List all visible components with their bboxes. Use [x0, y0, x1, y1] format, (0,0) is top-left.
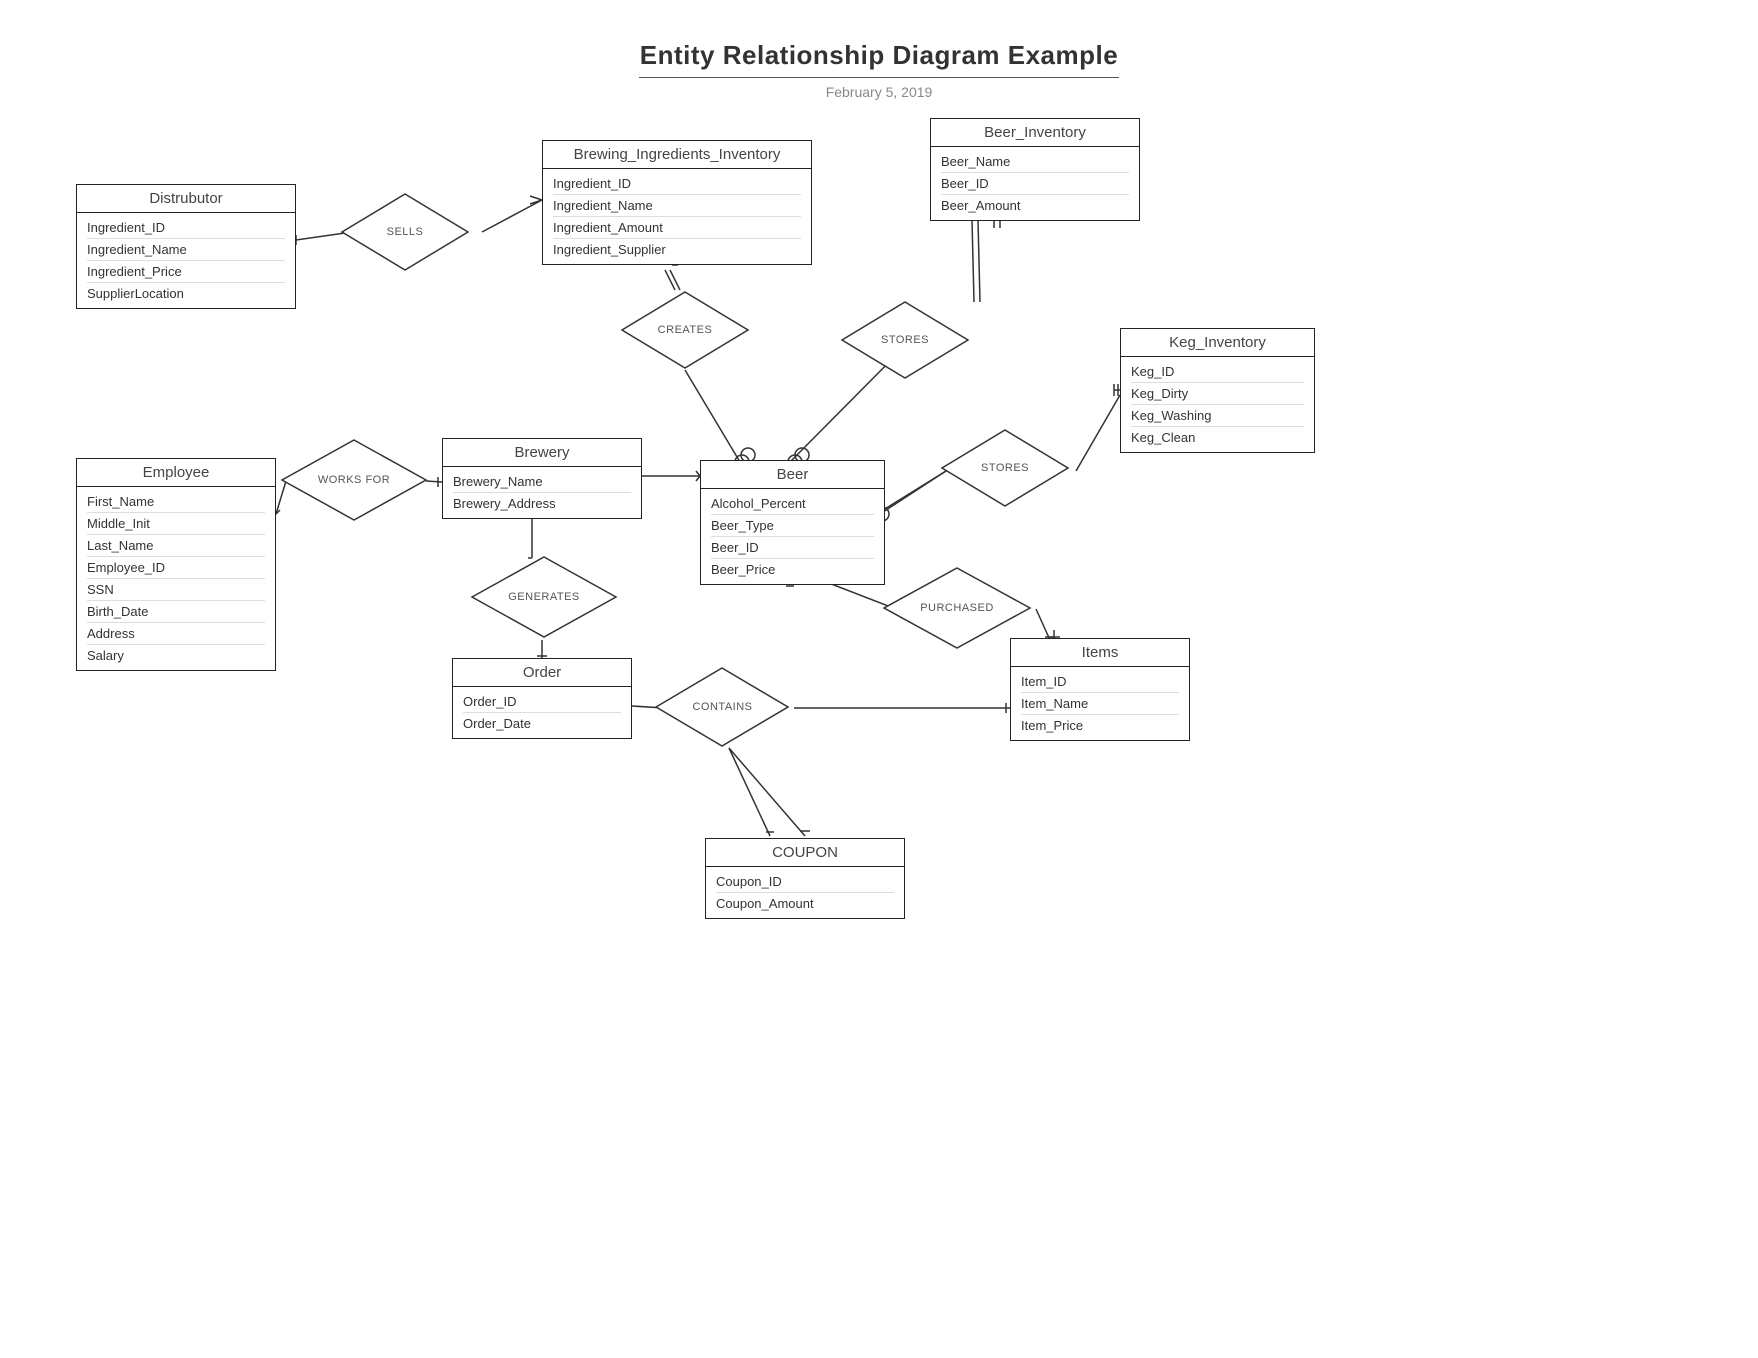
purchased-label: PURCHASED — [920, 602, 994, 614]
entity-items-body: Item_ID Item_Name Item_Price — [1011, 667, 1189, 740]
diamond-purchased: PURCHASED — [882, 566, 1032, 650]
attr: Birth_Date — [87, 601, 265, 623]
entity-employee: Employee First_Name Middle_Init Last_Nam… — [76, 458, 276, 671]
attr: Salary — [87, 645, 265, 666]
attr: Ingredient_Amount — [553, 217, 801, 239]
attr: Beer_ID — [711, 537, 874, 559]
diamond-stores1: STORES — [840, 300, 970, 380]
attr: Ingredient_ID — [87, 217, 285, 239]
entity-brewing-ingredients: Brewing_Ingredients_Inventory Ingredient… — [542, 140, 812, 265]
entity-coupon-body: Coupon_ID Coupon_Amount — [706, 867, 904, 918]
entity-brewery-body: Brewery_Name Brewery_Address — [443, 467, 641, 518]
attr: Last_Name — [87, 535, 265, 557]
attr: Address — [87, 623, 265, 645]
attr: Ingredient_Name — [553, 195, 801, 217]
entity-keg-inventory-header: Keg_Inventory — [1121, 329, 1314, 357]
entity-beer-header: Beer — [701, 461, 884, 489]
attr: Ingredient_ID — [553, 173, 801, 195]
entity-employee-header: Employee — [77, 459, 275, 487]
sells-label: SELLS — [387, 226, 424, 238]
entity-order-header: Order — [453, 659, 631, 687]
entity-brewery-header: Brewery — [443, 439, 641, 467]
entity-coupon: COUPON Coupon_ID Coupon_Amount — [705, 838, 905, 919]
attr: Coupon_Amount — [716, 893, 894, 914]
entity-brewing-header: Brewing_Ingredients_Inventory — [543, 141, 811, 169]
attr: First_Name — [87, 491, 265, 513]
page-title: Entity Relationship Diagram Example — [0, 40, 1758, 71]
title-underline — [639, 77, 1119, 78]
attr: Ingredient_Name — [87, 239, 285, 261]
entity-keg-inventory: Keg_Inventory Keg_ID Keg_Dirty Keg_Washi… — [1120, 328, 1315, 453]
attr: Brewery_Name — [453, 471, 631, 493]
entity-beer-inventory-header: Beer_Inventory — [931, 119, 1139, 147]
attr: Keg_Washing — [1131, 405, 1304, 427]
diamond-sells: SELLS — [340, 192, 470, 272]
stores2-label: STORES — [981, 462, 1029, 474]
stores1-label: STORES — [881, 334, 929, 346]
attr: Keg_Dirty — [1131, 383, 1304, 405]
attr: Keg_ID — [1131, 361, 1304, 383]
diagram-container: Entity Relationship Diagram Example Febr… — [0, 0, 1758, 1358]
entity-beer-inventory: Beer_Inventory Beer_Name Beer_ID Beer_Am… — [930, 118, 1140, 221]
entity-keg-inventory-body: Keg_ID Keg_Dirty Keg_Washing Keg_Clean — [1121, 357, 1314, 452]
entity-beer: Beer Alcohol_Percent Beer_Type Beer_ID B… — [700, 460, 885, 585]
contains-label: CONTAINS — [692, 701, 752, 713]
attr: SSN — [87, 579, 265, 601]
entity-brewery: Brewery Brewery_Name Brewery_Address — [442, 438, 642, 519]
attr: Beer_Type — [711, 515, 874, 537]
attr: Order_Date — [463, 713, 621, 734]
attr: Order_ID — [463, 691, 621, 713]
attr: Alcohol_Percent — [711, 493, 874, 515]
attr: Middle_Init — [87, 513, 265, 535]
diamond-works-for: WORKS FOR — [280, 438, 428, 522]
entity-items-header: Items — [1011, 639, 1189, 667]
entity-beer-inventory-body: Beer_Name Beer_ID Beer_Amount — [931, 147, 1139, 220]
creates-label: CREATES — [658, 324, 713, 336]
attr: Keg_Clean — [1131, 427, 1304, 448]
entity-brewing-body: Ingredient_ID Ingredient_Name Ingredient… — [543, 169, 811, 264]
attr: Item_Name — [1021, 693, 1179, 715]
entity-distrubutor: Distrubutor Ingredient_ID Ingredient_Nam… — [76, 184, 296, 309]
title-area: Entity Relationship Diagram Example Febr… — [0, 40, 1758, 100]
diamond-stores2: STORES — [940, 428, 1070, 508]
diamond-contains: CONTAINS — [655, 666, 790, 748]
entity-distrubutor-header: Distrubutor — [77, 185, 295, 213]
attr: SupplierLocation — [87, 283, 285, 304]
attr: Beer_Name — [941, 151, 1129, 173]
entity-distrubutor-body: Ingredient_ID Ingredient_Name Ingredient… — [77, 213, 295, 308]
diamond-generates: GENERATES — [470, 555, 618, 639]
entity-order-body: Order_ID Order_Date — [453, 687, 631, 738]
attr: Brewery_Address — [453, 493, 631, 514]
attr: Beer_Amount — [941, 195, 1129, 216]
attr: Coupon_ID — [716, 871, 894, 893]
entity-order: Order Order_ID Order_Date — [452, 658, 632, 739]
attr: Employee_ID — [87, 557, 265, 579]
entity-beer-body: Alcohol_Percent Beer_Type Beer_ID Beer_P… — [701, 489, 884, 584]
attr: Item_ID — [1021, 671, 1179, 693]
diamond-creates: CREATES — [620, 290, 750, 370]
attr: Ingredient_Price — [87, 261, 285, 283]
entity-coupon-header: COUPON — [706, 839, 904, 867]
works-for-label: WORKS FOR — [318, 474, 390, 486]
entity-employee-body: First_Name Middle_Init Last_Name Employe… — [77, 487, 275, 670]
attr: Beer_ID — [941, 173, 1129, 195]
generates-label: GENERATES — [508, 591, 580, 603]
attr: Ingredient_Supplier — [553, 239, 801, 260]
attr: Beer_Price — [711, 559, 874, 580]
attr: Item_Price — [1021, 715, 1179, 736]
entity-items: Items Item_ID Item_Name Item_Price — [1010, 638, 1190, 741]
title-date: February 5, 2019 — [0, 84, 1758, 100]
